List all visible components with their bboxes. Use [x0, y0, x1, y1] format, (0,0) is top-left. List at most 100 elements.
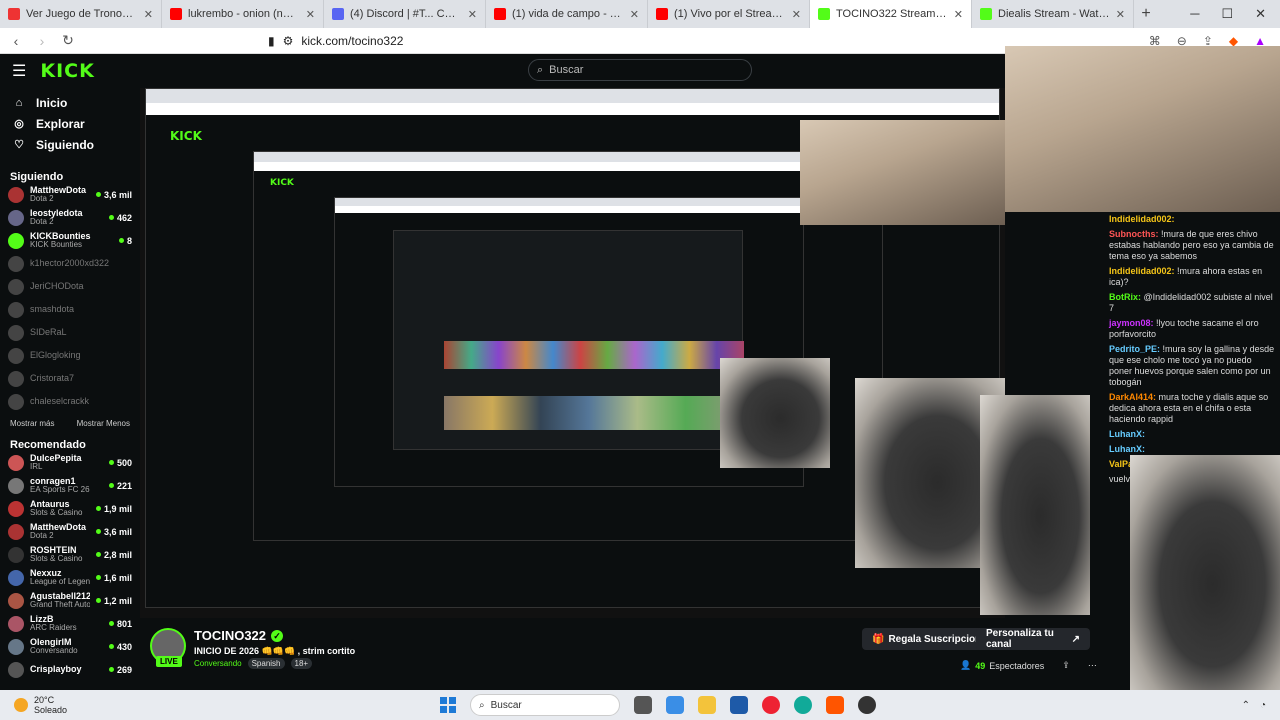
network-icon[interactable]: ◔	[1260, 700, 1266, 711]
store-icon[interactable]	[730, 696, 748, 714]
tab-close-icon[interactable]: ✕	[468, 8, 477, 21]
show-more-button[interactable]: Mostrar más	[10, 419, 54, 428]
channel-item[interactable]: Antaurus Slots & Casino 1,9 mil	[0, 497, 140, 520]
browser-tab[interactable]: Diealis Stream - Watch Live on Kick ✕	[972, 0, 1134, 28]
task-view-icon[interactable]	[634, 696, 652, 714]
channel-item[interactable]: k1hector2000xd322	[0, 252, 140, 275]
chat-username[interactable]: DarkAl414:	[1109, 392, 1156, 402]
channel-avatar	[8, 301, 24, 318]
channel-item[interactable]: DulcePepita IRL 500	[0, 451, 140, 474]
channel-viewers: 221	[108, 481, 132, 491]
chat-username[interactable]: LuhanX:	[1109, 429, 1145, 439]
channel-item[interactable]: ElGlogloking	[0, 344, 140, 367]
opera-icon[interactable]	[762, 696, 780, 714]
chat-message: jaymon08: !lyou toche sacame el oro porf…	[1005, 316, 1280, 342]
channel-item[interactable]: Cristorata7	[0, 367, 140, 390]
tab-label: lukrembo - onion (no copyright	[188, 8, 300, 20]
channel-item[interactable]: OlengirlM Conversando 430	[0, 635, 140, 658]
tab-close-icon[interactable]: ✕	[630, 8, 639, 21]
chat-username[interactable]: Indidelidad002:	[1109, 266, 1175, 276]
weather-widget[interactable]: 20°C Soleado	[14, 695, 67, 715]
channel-avatar	[8, 592, 24, 609]
tab-close-icon[interactable]: ✕	[306, 8, 315, 21]
channel-item[interactable]: MatthewDota Dota 2 3,6 mil	[0, 183, 140, 206]
browser-tab[interactable]: Ver Juego de Tronos 6x4 Online Gra ✕	[0, 0, 162, 28]
browser-tab[interactable]: (1) vida de campo - YouTube ✕	[486, 0, 648, 28]
taskbar-search[interactable]: ⌕ Buscar	[470, 694, 620, 716]
stream-category[interactable]: Conversando	[194, 659, 242, 668]
channel-item[interactable]: SIDeRaL	[0, 321, 140, 344]
channel-item[interactable]: Crisplayboy 269	[0, 658, 140, 681]
chat-username[interactable]: Subnocths:	[1109, 229, 1159, 239]
channel-avatar	[8, 324, 24, 341]
chat-username[interactable]: Pedrito_PE:	[1109, 344, 1160, 354]
kick-logo[interactable]: KICK	[40, 60, 94, 82]
search-input[interactable]: ⌕ Buscar	[528, 59, 752, 81]
tag-language[interactable]: Spanish	[247, 658, 285, 669]
chat-username[interactable]: jaymon08:	[1109, 318, 1154, 328]
obs-icon[interactable]	[858, 696, 876, 714]
chat-username[interactable]: BotRix:	[1109, 292, 1141, 302]
minimize-icon[interactable]: ─	[1190, 6, 1199, 22]
copilot-icon[interactable]	[666, 696, 684, 714]
customize-channel-button[interactable]: Personaliza tu canal ↗	[976, 628, 1090, 650]
channel-item[interactable]: conragen1 EA Sports FC 26 221	[0, 474, 140, 497]
new-tab-icon[interactable]: +	[1134, 5, 1158, 23]
tab-close-icon[interactable]: ✕	[1116, 8, 1125, 21]
nav-item-siguiendo[interactable]: ♡ Siguiendo	[0, 134, 140, 155]
chat-username[interactable]: Indidelidad002:	[1109, 214, 1175, 224]
channel-avatar	[8, 255, 24, 272]
channel-item[interactable]: LizzB ARC Raiders 801	[0, 612, 140, 635]
tab-close-icon[interactable]: ✕	[954, 8, 963, 21]
tab-close-icon[interactable]: ✕	[792, 8, 801, 21]
channel-item[interactable]: leostyledota Dota 2 462	[0, 206, 140, 229]
start-button[interactable]	[440, 697, 456, 713]
share-stream-icon[interactable]: ⇪	[1062, 660, 1070, 671]
channel-item[interactable]: KICKBounties KICK Bounties 8	[0, 229, 140, 252]
channel-item[interactable]: chaleselcrackk	[0, 390, 140, 413]
browser-tab[interactable]: (1) Vivo por el Streaming - YouTube ✕	[648, 0, 810, 28]
back-icon[interactable]: ‹	[6, 33, 26, 49]
close-window-icon[interactable]: ✕	[1255, 6, 1266, 22]
show-less-button[interactable]: Mostrar Menos	[77, 419, 130, 428]
live-dot-icon	[108, 460, 114, 465]
menu-icon[interactable]: ☰	[12, 61, 26, 81]
channel-item[interactable]: JeriCHODota	[0, 275, 140, 298]
channel-item[interactable]: MatthewDota Dota 2 3,6 mil	[0, 520, 140, 543]
browser-tab[interactable]: (4) Discord | #T... CHAT-GENERAL | TO ✕	[324, 0, 486, 28]
site-info-icon[interactable]: ⚙	[283, 34, 294, 48]
tab-label: Diealis Stream - Watch Live on Kick	[998, 8, 1110, 20]
channel-item[interactable]: ROSHTEIN Slots & Casino 2,8 mil	[0, 543, 140, 566]
bookmark-icon[interactable]: ▮	[268, 34, 275, 48]
streamer-name[interactable]: TOCINO322	[194, 628, 266, 643]
tag-age[interactable]: 18+	[290, 658, 313, 669]
home-icon: ⌂	[15, 96, 23, 109]
tab-close-icon[interactable]: ✕	[144, 8, 153, 21]
viewer-count-text: 462	[116, 212, 132, 223]
channel-item[interactable]: smashdota	[0, 298, 140, 321]
channel-name: SIDeRaL	[30, 327, 67, 337]
channel-name: ElGlogloking	[30, 350, 81, 360]
chat-message: Indidelidad002:	[1005, 212, 1280, 227]
browser-tab[interactable]: TOCINO322 Stream - Watch ✕	[810, 0, 972, 28]
maximize-icon[interactable]: ☐	[1221, 6, 1233, 22]
reload-icon[interactable]: ↻	[58, 32, 78, 49]
tray-chevron-icon[interactable]: ⌃	[1242, 700, 1250, 711]
video-player[interactable]: KICK KICK	[140, 88, 1005, 618]
channel-item[interactable]: Agustabell212Grand Theft Auto V...1,2 mi…	[0, 589, 140, 612]
more-options-icon[interactable]: ⋯	[1088, 660, 1097, 671]
forward-icon[interactable]: ›	[32, 33, 52, 49]
channel-viewers: 8	[118, 236, 132, 246]
chat-username[interactable]: LuhanX:	[1109, 444, 1145, 454]
live-badge: LIVE	[156, 656, 182, 667]
edge-icon[interactable]	[794, 696, 812, 714]
tab-label: (4) Discord | #T... CHAT-GENERAL | TO	[350, 8, 462, 20]
channel-item[interactable]: NexxuzLeague of Legends1,6 mil	[0, 566, 140, 589]
brave-icon[interactable]	[826, 696, 844, 714]
url-field[interactable]: ▮ ⚙ kick.com/tocino322	[268, 34, 403, 48]
live-dot-icon	[118, 238, 124, 243]
file-explorer-icon[interactable]	[698, 696, 716, 714]
nav-item-inicio[interactable]: ⌂ Inicio	[0, 92, 140, 113]
browser-tab[interactable]: lukrembo - onion (no copyright ✕	[162, 0, 324, 28]
nav-item-explorar[interactable]: ◎ Explorar	[0, 113, 140, 134]
